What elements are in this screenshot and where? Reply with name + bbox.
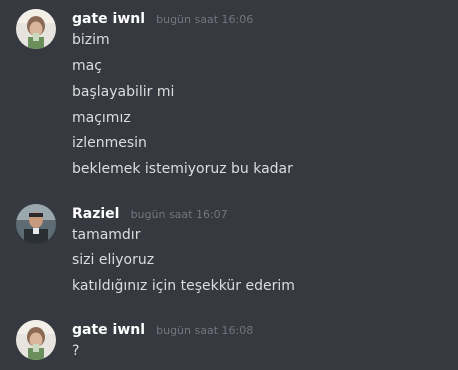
message-text: bizim <box>72 32 110 48</box>
message-text: maç <box>72 58 102 74</box>
username[interactable]: Raziel <box>72 206 119 222</box>
message-text: maçımız <box>72 110 131 126</box>
timestamp: bugün saat 16:08 <box>156 324 254 337</box>
username[interactable]: gate iwnl <box>72 11 145 27</box>
message-text: ? <box>72 343 80 359</box>
avatar-image-icon <box>16 9 56 49</box>
user-avatar[interactable] <box>16 204 56 244</box>
message-header: gate iwnl bugün saat 16:08 <box>72 321 253 339</box>
message-text: sizi eliyoruz <box>72 252 155 268</box>
message-text: beklemek istemiyoruz bu kadar <box>72 161 293 177</box>
message-header: Raziel bugün saat 16:07 <box>72 205 228 223</box>
message-text: katıldığınız için teşekkür ederim <box>72 278 295 294</box>
user-avatar[interactable] <box>16 320 56 360</box>
message-text: başlayabilir mi <box>72 84 175 100</box>
message-text: tamamdır <box>72 227 141 243</box>
message-header: gate iwnl bugün saat 16:06 <box>72 10 253 28</box>
timestamp: bugün saat 16:06 <box>156 13 254 26</box>
avatar-image-icon <box>16 320 56 360</box>
timestamp: bugün saat 16:07 <box>130 208 228 221</box>
username[interactable]: gate iwnl <box>72 322 145 338</box>
avatar-image-icon <box>16 204 56 244</box>
user-avatar[interactable] <box>16 9 56 49</box>
message-text: izlenmesin <box>72 135 147 151</box>
